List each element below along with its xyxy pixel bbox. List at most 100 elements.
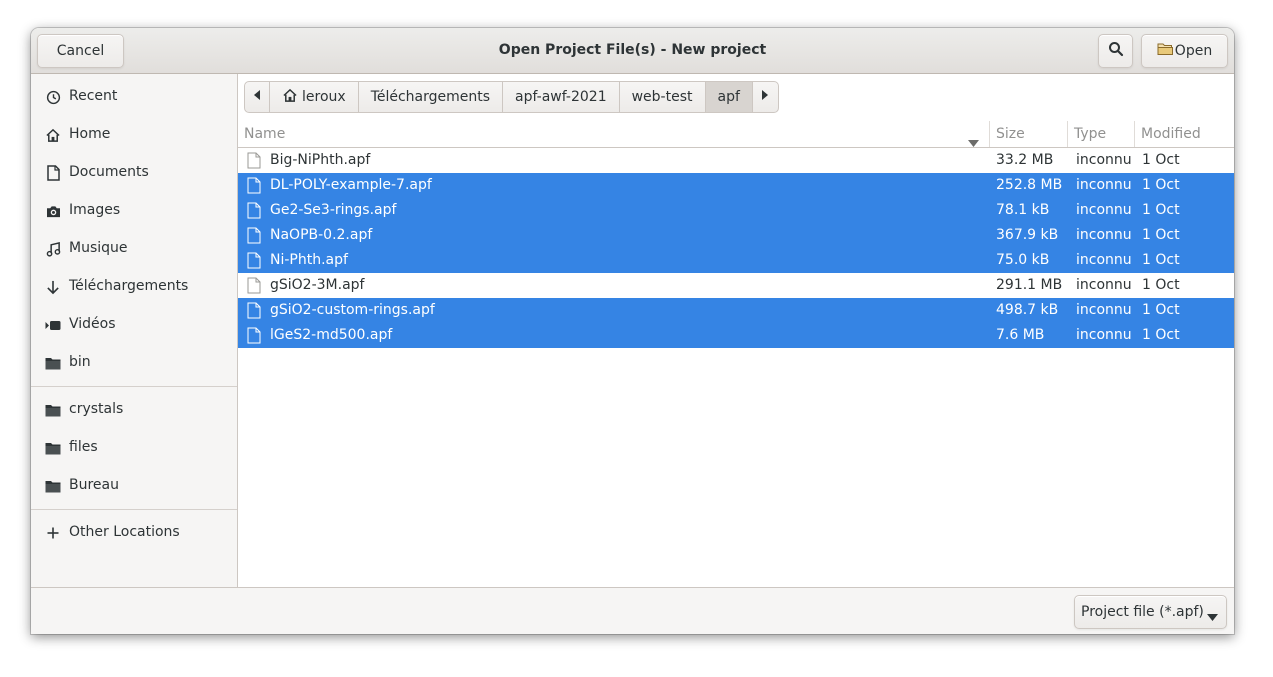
column-header-label: Name — [244, 126, 286, 142]
sidebar-item-recent[interactable]: Recent — [31, 78, 237, 116]
folder-icon — [45, 355, 61, 371]
path-forward-button[interactable] — [753, 82, 778, 112]
file-size: 75.0 kB — [996, 252, 1050, 268]
camera-icon — [45, 203, 61, 219]
file-modified: 1 Oct — [1142, 177, 1180, 193]
sidebar-separator — [31, 509, 237, 510]
file-name: Ni-Phth.apf — [270, 252, 348, 268]
sidebar-item-musique[interactable]: Musique — [31, 230, 237, 268]
column-header-modified[interactable]: Modified — [1135, 121, 1234, 147]
sidebar-item-bureau[interactable]: Bureau — [31, 467, 237, 505]
folder-open-icon — [1157, 42, 1173, 60]
file-type: inconnu — [1076, 177, 1132, 193]
sidebar-item-label: Bureau — [69, 477, 119, 493]
column-header-type[interactable]: Type — [1068, 121, 1135, 147]
file-icon — [247, 252, 261, 269]
path-crumb[interactable]: Téléchargements — [359, 82, 504, 112]
file-row[interactable]: lGeS2-md500.apf 7.6 MB inconnu 1 Oct — [238, 323, 1234, 348]
file-chooser-dialog: Cancel Open Project File(s) - New projec… — [31, 28, 1234, 634]
path-crumb[interactable]: apf-awf-2021 — [503, 82, 620, 112]
footer-bar: Project file (*.apf) — [31, 587, 1234, 634]
file-row[interactable]: DL-POLY-example-7.apf 252.8 MB inconnu 1 Oc… — [238, 173, 1234, 198]
sidebar-item-files[interactable]: files — [31, 429, 237, 467]
sidebar-item-bin[interactable]: bin — [31, 344, 237, 382]
file-type: inconnu — [1076, 327, 1132, 343]
file-modified: 1 Oct — [1142, 277, 1180, 293]
file-row[interactable]: NaOPB-0.2.apf 367.9 kB inconnu 1 Oct — [238, 223, 1234, 248]
sidebar-item-label: files — [69, 439, 98, 455]
music-icon — [45, 241, 61, 257]
search-icon — [1108, 41, 1124, 61]
sidebar-item-label: Vidéos — [69, 316, 116, 332]
file-size: 367.9 kB — [996, 227, 1059, 243]
file-icon — [247, 277, 261, 294]
sidebar-item-images[interactable]: Images — [31, 192, 237, 230]
file-icon — [247, 152, 261, 169]
file-row[interactable]: Ni-Phth.apf 75.0 kB inconnu 1 Oct — [238, 248, 1234, 273]
file-icon — [247, 327, 261, 344]
file-modified: 1 Oct — [1142, 227, 1180, 243]
plus-icon — [45, 525, 61, 541]
file-type: inconnu — [1076, 152, 1132, 168]
file-icon — [247, 227, 261, 244]
file-size: 291.1 MB — [996, 277, 1063, 293]
chevron-right-icon — [761, 89, 769, 105]
folder-icon — [45, 402, 61, 418]
sidebar-item-label: Documents — [69, 164, 149, 180]
file-modified: 1 Oct — [1142, 152, 1180, 168]
file-name: Big-NiPhth.apf — [270, 152, 371, 168]
dialog-title: Open Project File(s) - New project — [498, 42, 767, 58]
path-crumb-current[interactable]: apf — [705, 82, 753, 112]
download-icon — [45, 279, 61, 295]
file-list-header: Name Size Type Modified — [238, 121, 1234, 148]
chevron-left-icon — [253, 89, 261, 105]
path-crumb-label: leroux — [302, 89, 346, 105]
file-browser: leroux Téléchargements apf-awf-2021 web-… — [238, 74, 1234, 588]
sidebar-item-home[interactable]: Home — [31, 116, 237, 154]
file-row[interactable]: Big-NiPhth.apf 33.2 MB inconnu 1 Oct — [238, 148, 1234, 173]
file-row[interactable]: gSiO2-3M.apf 291.1 MB inconnu 1 Oct — [238, 273, 1234, 298]
sidebar-item-label: Musique — [69, 240, 128, 256]
file-icon — [247, 177, 261, 194]
file-modified: 1 Oct — [1142, 302, 1180, 318]
file-size: 78.1 kB — [996, 202, 1050, 218]
folder-icon — [45, 478, 61, 494]
file-modified: 1 Oct — [1142, 252, 1180, 268]
column-header-size[interactable]: Size — [990, 121, 1067, 147]
file-name: gSiO2-3M.apf — [270, 277, 365, 293]
sidebar-item-crystals[interactable]: crystals — [31, 391, 237, 429]
sidebar-item-label: Images — [69, 202, 121, 218]
file-size: 498.7 kB — [996, 302, 1059, 318]
file-size: 33.2 MB — [996, 152, 1054, 168]
sidebar-item-other-locations[interactable]: Other Locations — [31, 514, 237, 552]
sidebar-item-videos[interactable]: Vidéos — [31, 306, 237, 344]
file-filter-dropdown[interactable]: Project file (*.apf) — [1074, 595, 1227, 629]
file-modified: 1 Oct — [1142, 202, 1180, 218]
file-row[interactable]: gSiO2-custom-rings.apf 498.7 kB inconnu 1 O… — [238, 298, 1234, 323]
home-icon — [282, 88, 298, 107]
folder-icon — [45, 440, 61, 456]
path-crumb[interactable]: web-test — [620, 82, 706, 112]
sidebar-item-label: bin — [69, 354, 91, 370]
header-bar: Cancel Open Project File(s) - New projec… — [31, 28, 1234, 74]
file-name: NaOPB-0.2.apf — [270, 227, 373, 243]
search-button[interactable] — [1098, 34, 1133, 68]
file-list: Big-NiPhth.apf 33.2 MB inconnu 1 Oct DL-POLY… — [238, 148, 1234, 348]
file-type: inconnu — [1076, 252, 1132, 268]
file-filter-label: Project file (*.apf) — [1081, 604, 1204, 620]
home-icon — [45, 127, 61, 143]
path-crumb-home[interactable]: leroux — [270, 82, 359, 112]
file-type: inconnu — [1076, 277, 1132, 293]
column-header-name[interactable]: Name — [238, 121, 989, 147]
file-name: gSiO2-custom-rings.apf — [270, 302, 435, 318]
file-row[interactable]: Ge2-Se3-rings.apf 78.1 kB inconnu 1 Oct — [238, 198, 1234, 223]
file-size: 252.8 MB — [996, 177, 1063, 193]
path-bar: leroux Téléchargements apf-awf-2021 web-… — [244, 81, 779, 113]
sidebar-item-documents[interactable]: Documents — [31, 154, 237, 192]
sidebar-item-telechargements[interactable]: Téléchargements — [31, 268, 237, 306]
sidebar-item-label: Other Locations — [69, 524, 180, 540]
path-back-button[interactable] — [245, 82, 270, 112]
open-button[interactable]: Open — [1141, 34, 1228, 68]
sidebar-item-label: Home — [69, 126, 111, 142]
open-label: Open — [1174, 43, 1213, 59]
